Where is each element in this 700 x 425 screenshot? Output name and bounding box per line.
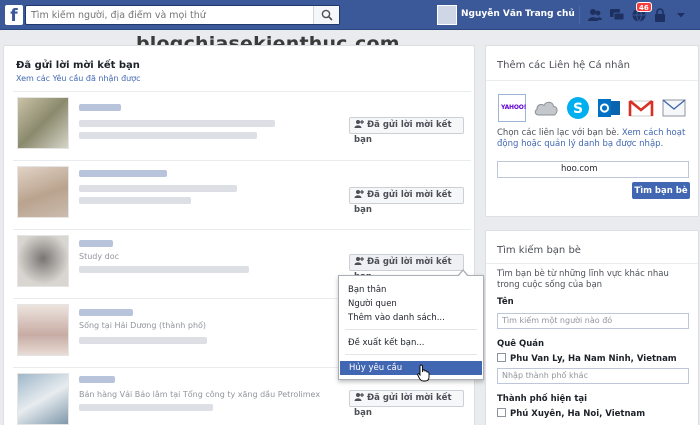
- request-row: Đã gửi lời mời kết bạn: [13, 91, 471, 157]
- nav-divider: [579, 6, 580, 24]
- panel-divider: [486, 80, 698, 81]
- add-friend-icon: [354, 393, 364, 401]
- button-label: Đã gửi lời mời kết bạn: [354, 393, 452, 418]
- avatar[interactable]: [17, 304, 69, 356]
- profile-avatar[interactable]: [437, 5, 457, 25]
- svg-text:S: S: [573, 101, 583, 117]
- hometown-checkbox[interactable]: [497, 353, 506, 362]
- messages-icon[interactable]: [609, 7, 625, 23]
- friend-info: Study doc: [79, 252, 120, 261]
- menu-item-acquaintances[interactable]: Người quen: [339, 297, 483, 311]
- search-box: [25, 5, 340, 25]
- facebook-logo-icon[interactable]: f: [5, 5, 23, 26]
- add-friend-icon: [354, 257, 364, 265]
- email-field[interactable]: hoo.com: [497, 161, 689, 178]
- gmail-icon[interactable]: [627, 94, 655, 122]
- friend-info: Sống tại Hải Dương (thành phố): [79, 321, 207, 330]
- friend-info: [79, 197, 191, 204]
- home-link[interactable]: Trang chủ: [525, 9, 575, 19]
- dropdown-caret: [458, 271, 468, 277]
- search-icon: [321, 9, 333, 21]
- find-friends-description: Tìm bạn bè từ những lĩnh vực khác nhau t…: [497, 269, 669, 290]
- top-navigation-bar: f Nguyễn Văn Trang chủ 46: [0, 0, 700, 30]
- current-city-option-label: Phú Xuyên, Ha Noi, Vietnam: [510, 409, 646, 419]
- friend-name[interactable]: [79, 104, 121, 111]
- hand-cursor-icon: [417, 364, 430, 382]
- profile-name-link[interactable]: Nguyễn Văn: [461, 9, 522, 19]
- account-dropdown-icon[interactable]: [675, 9, 687, 21]
- page-title: Đã gửi lời mời kết bạn: [16, 60, 140, 71]
- friend-info: [79, 120, 275, 127]
- friend-request-sent-button[interactable]: Đã gửi lời mời kết bạn: [349, 254, 464, 282]
- friend-name[interactable]: [79, 309, 133, 316]
- request-row: Đã gửi lời mời kết bạn: [13, 160, 471, 226]
- cloud-icon[interactable]: [532, 94, 560, 122]
- friend-info: [79, 185, 237, 192]
- find-friends-button[interactable]: Tìm bạn bè: [632, 182, 690, 199]
- button-label: Đã gửi lời mời kết bạn: [354, 190, 452, 215]
- hometown-field[interactable]: Nhập thành phố khác: [497, 368, 689, 384]
- friend-request-sent-button[interactable]: Đã gửi lời mời kết bạn: [349, 117, 464, 145]
- avatar[interactable]: [17, 373, 69, 425]
- yahoo-icon[interactable]: YAHOO!: [498, 94, 526, 122]
- search-button[interactable]: [313, 6, 339, 24]
- current-city-label: Thành phố hiện tại: [497, 394, 588, 404]
- friend-request-sent-button[interactable]: Đã gửi lời mời kết bạn: [349, 390, 464, 418]
- friend-info: Bán hàng Vải Bảo lâm tại Tổng công ty xă…: [79, 390, 321, 399]
- friend-info: [79, 337, 207, 344]
- name-search-field[interactable]: Tìm kiếm một người nào đó: [497, 313, 689, 329]
- notification-badge: 46: [636, 2, 652, 12]
- hometown-option-label: Phu Van Ly, Ha Nam Ninh, Vietnam: [510, 354, 677, 364]
- received-requests-link[interactable]: Xem các Yêu cầu đã nhận được: [16, 74, 141, 83]
- friend-info: [79, 132, 257, 139]
- friend-info: [79, 404, 213, 411]
- menu-divider: [345, 329, 477, 330]
- current-city-option[interactable]: Phú Xuyên, Ha Noi, Vietnam: [497, 408, 645, 419]
- menu-divider: [345, 354, 477, 355]
- avatar[interactable]: [17, 97, 69, 149]
- find-friends-title: Tìm kiếm bạn bè: [497, 245, 581, 256]
- skype-icon[interactable]: S: [564, 94, 592, 122]
- avatar[interactable]: [17, 235, 69, 287]
- privacy-lock-icon[interactable]: [654, 8, 666, 22]
- contacts-panel-title: Thêm các Liên hệ Cá nhân: [497, 60, 630, 71]
- search-input[interactable]: [26, 6, 312, 24]
- hometown-option[interactable]: Phu Van Ly, Ha Nam Ninh, Vietnam: [497, 353, 677, 364]
- friend-request-dropdown-menu: Bạn thân Người quen Thêm vào danh sách..…: [338, 269, 484, 380]
- friend-name[interactable]: [79, 240, 113, 247]
- panel-divider: [486, 263, 698, 264]
- contacts-description: Chọn các liên lạc với bạn bè. Xem cách h…: [497, 128, 686, 149]
- hometown-label: Quê Quán: [497, 339, 545, 349]
- button-label: Đã gửi lời mời kết bạn: [354, 120, 452, 145]
- name-label: Tên: [497, 297, 514, 307]
- friend-requests-icon[interactable]: [587, 7, 603, 23]
- menu-item-add-to-list[interactable]: Thêm vào danh sách...: [339, 311, 483, 325]
- avatar[interactable]: [17, 166, 69, 218]
- menu-item-close-friends[interactable]: Bạn thân: [339, 283, 483, 297]
- menu-item-suggest-friends[interactable]: Đề xuất kết bạn...: [339, 336, 483, 350]
- facebook-contacts-icon[interactable]: [660, 94, 688, 122]
- outlook-icon[interactable]: [595, 94, 623, 122]
- friend-info: [79, 266, 249, 273]
- friend-name[interactable]: [79, 170, 167, 177]
- find-friends-panel: Tìm kiếm bạn bè Tìm bạn bè từ những lĩnh…: [485, 230, 699, 425]
- current-city-checkbox[interactable]: [497, 408, 506, 417]
- add-friend-icon: [354, 190, 364, 198]
- add-friend-icon: [354, 120, 364, 128]
- friend-name[interactable]: [79, 376, 115, 383]
- menu-item-cancel-request[interactable]: Hủy yêu cầu: [340, 361, 482, 375]
- friend-request-sent-button[interactable]: Đã gửi lời mời kết bạn: [349, 187, 464, 215]
